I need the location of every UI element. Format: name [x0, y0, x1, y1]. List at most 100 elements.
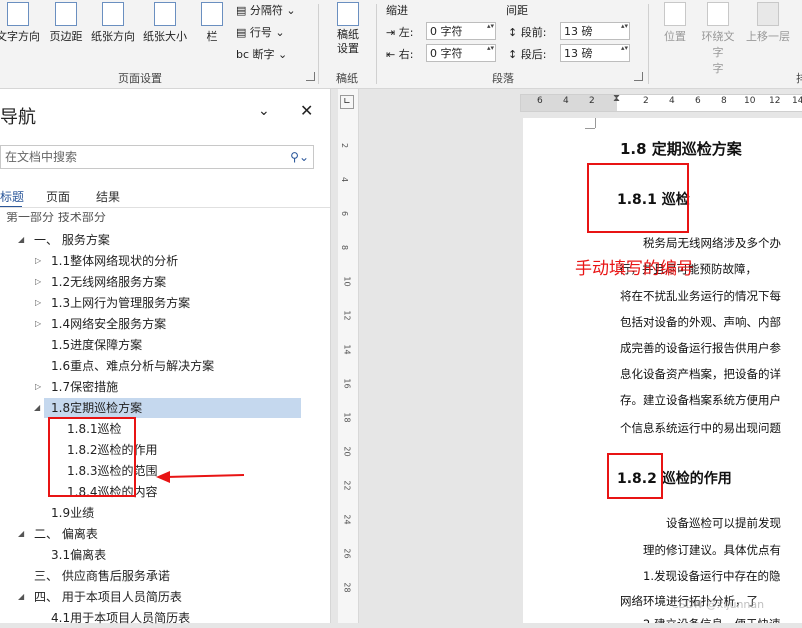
ruler-number: 6: [537, 96, 543, 106]
text-direction-label: 文字方向: [0, 30, 40, 43]
indent-right-input[interactable]: 0 字符: [426, 43, 496, 62]
collapse-arrow-icon[interactable]: ◢: [18, 235, 24, 244]
space-before-icon: ↕: [508, 26, 518, 39]
expand-arrow-icon[interactable]: ▷: [35, 256, 41, 265]
spacing-label: 间距: [506, 4, 528, 17]
collapse-arrow-icon[interactable]: ◢: [18, 592, 24, 601]
expand-arrow-icon[interactable]: ▷: [35, 319, 41, 328]
space-before-label: ↕ 段前:: [508, 26, 547, 39]
nav-heading-item[interactable]: 3.1偏离表: [51, 545, 106, 565]
nav-heading-item[interactable]: 四、 用于本项目人员简历表: [34, 587, 182, 607]
ruler-number: 20: [342, 446, 352, 457]
nav-heading-item[interactable]: 4.1用于本项目人员简历表: [51, 608, 190, 628]
ruler-margin: [521, 95, 617, 111]
manuscript-group-label: 稿纸: [336, 72, 358, 85]
bring-forward-button[interactable]: 上移一层: [740, 2, 796, 44]
ruler-number: 22: [342, 480, 352, 491]
paper-size-button[interactable]: 纸张大小: [140, 2, 190, 44]
tab-results[interactable]: 结果: [96, 188, 120, 205]
indent-left-input[interactable]: 0 字符: [426, 21, 496, 40]
chevron-down-icon[interactable]: ⌄: [258, 103, 270, 119]
paragraph-group-label: 段落: [492, 72, 514, 85]
collapse-arrow-icon[interactable]: ◢: [34, 403, 40, 412]
nav-heading-item[interactable]: 1.9业绩: [51, 503, 94, 523]
watermark: CSDN @xijunnan: [671, 598, 765, 611]
expand-arrow-icon[interactable]: ▷: [35, 298, 41, 307]
paragraph-launcher-icon[interactable]: [634, 72, 643, 81]
expand-arrow-icon[interactable]: ▷: [35, 277, 41, 286]
indent-left-icon: ⇥: [386, 26, 396, 39]
space-before-input[interactable]: 13 磅: [560, 21, 630, 40]
nav-heading-item[interactable]: 三、 供应商售后服务承诺: [34, 566, 170, 586]
nav-heading-item[interactable]: 1.2无线网络服务方案: [51, 272, 166, 292]
indent-left-label: ⇥ 左:: [386, 26, 414, 39]
line-numbers-label: 行号: [249, 26, 272, 39]
divider: [318, 4, 319, 84]
paragraph-line: 包括对设备的外观、声响、内部: [620, 315, 781, 329]
columns-label: 栏: [206, 30, 218, 43]
arrange-group-label: 排: [796, 72, 802, 85]
tab-headings[interactable]: 标题: [0, 188, 24, 205]
annotation-box: [587, 163, 689, 233]
ruler-number: 24: [342, 514, 352, 525]
nav-heading-item[interactable]: 1.7保密措施: [51, 377, 118, 397]
text-direction-button[interactable]: 文字方向: [0, 2, 42, 44]
indent-right-label: ⇤ 右:: [386, 48, 414, 61]
close-icon[interactable]: ✕: [300, 101, 313, 120]
annotation-box: [48, 417, 136, 497]
tab-pages[interactable]: 页面: [46, 188, 70, 205]
ruler-number: 12: [342, 310, 352, 321]
position-button[interactable]: 位置: [658, 2, 692, 44]
columns-button[interactable]: 栏: [198, 2, 226, 44]
paragraph-line: 税务局无线网络涉及多个办: [643, 236, 781, 250]
orientation-button[interactable]: 纸张方向: [88, 2, 138, 44]
orientation-label: 纸张方向: [91, 30, 135, 43]
nav-heading-item[interactable]: 1.1整体网络现状的分析: [51, 251, 178, 271]
margins-button[interactable]: 页边距: [44, 2, 88, 44]
orientation-icon: [102, 2, 124, 26]
collapse-arrow-icon[interactable]: ◢: [18, 529, 24, 538]
divider: [0, 207, 330, 208]
breaks-button[interactable]: ▤ 分隔符 ⌄: [236, 2, 296, 18]
navigation-pane: 导航 ⌄ ✕ 在文档中搜索 ⚲⌄ 标题 页面 结果 第一部分 技术部分 ◢ 一、…: [0, 89, 331, 625]
wrap-text-button[interactable]: 环绕文字 字: [698, 2, 738, 76]
ruler-number: 6: [340, 210, 350, 217]
nav-heading-item[interactable]: 一、 服务方案: [34, 230, 110, 250]
nav-heading-item[interactable]: 1.3上网行为管理服务方案: [51, 293, 190, 313]
nav-heading-item[interactable]: 二、 偏离表: [34, 524, 98, 544]
ruler-number: 26: [342, 548, 352, 559]
nav-heading-item[interactable]: 1.6重点、难点分析与解决方案: [51, 356, 214, 376]
paragraph-line: 将在不扰乱业务运行的情况下每: [620, 289, 781, 303]
annotation-box: [607, 453, 663, 499]
nav-heading-item[interactable]: 1.4网络安全服务方案: [51, 314, 166, 334]
document-page[interactable]: 1.8 定期巡检方案 1.8.1 巡检 税务局无线网络涉及多个办 行，并且尽可能…: [523, 118, 802, 623]
paragraph-line: 2.建立设备信息，便于快速: [643, 616, 780, 623]
space-after-input[interactable]: 13 磅: [560, 43, 630, 62]
corner-mark: [585, 128, 595, 129]
nav-title: 导航: [0, 107, 36, 128]
indent-marker-icon[interactable]: ⧗: [613, 93, 620, 104]
columns-icon: [201, 2, 223, 26]
page-setup-launcher-icon[interactable]: [306, 72, 315, 81]
ruler-number: 4: [669, 96, 675, 106]
divider: [376, 4, 377, 84]
nav-heading-item[interactable]: 1.5进度保障方案: [51, 335, 142, 355]
ruler-number: 2: [589, 96, 595, 106]
position-label: 位置: [664, 30, 686, 43]
ruler-number: 14: [342, 344, 352, 355]
line-numbers-button[interactable]: ▤ 行号 ⌄: [236, 24, 285, 40]
expand-arrow-icon[interactable]: ▷: [35, 382, 41, 391]
heading-1: 1.8 定期巡检方案: [620, 140, 742, 158]
manuscript-settings-button[interactable]: 稿纸设置: [330, 2, 366, 56]
nav-heading-item-selected[interactable]: 1.8定期巡检方案: [51, 398, 142, 418]
nav-heading-item[interactable]: 第一部分 技术部分: [6, 212, 106, 222]
search-input[interactable]: 在文档中搜索 ⚲⌄: [0, 145, 314, 169]
ruler-number: 8: [340, 244, 350, 251]
ruler-number: 6: [695, 96, 701, 106]
manuscript-icon: [337, 2, 359, 26]
search-icon[interactable]: ⚲⌄: [290, 146, 309, 168]
hyphenation-button[interactable]: bc 断字 ⌄: [236, 46, 287, 62]
bring-forward-label: 上移一层: [746, 30, 790, 43]
ruler-number: 4: [563, 96, 569, 106]
tab-selector-icon[interactable]: ∟: [340, 95, 354, 109]
